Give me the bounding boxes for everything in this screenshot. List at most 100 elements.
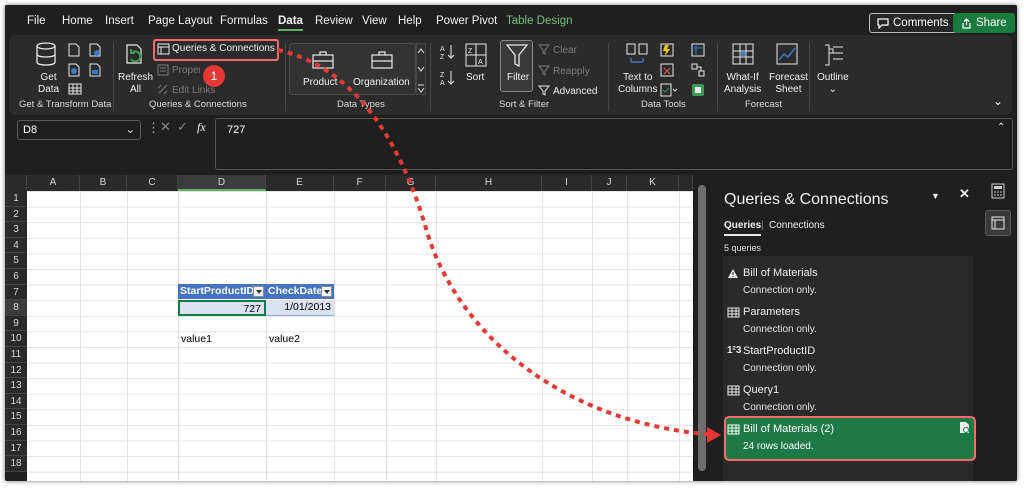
refresh-query-icon[interactable] (959, 421, 970, 434)
pane-options-icon[interactable]: ▼ (931, 190, 940, 202)
tab-queries[interactable]: Queries (724, 220, 762, 236)
filter-label: Filter (507, 72, 530, 83)
row-header[interactable]: 14 (5, 393, 27, 410)
select-all-corner[interactable] (5, 175, 27, 191)
row-header[interactable]: 12 (5, 362, 27, 379)
row-header[interactable]: 5 (5, 253, 27, 269)
from-web-icon[interactable] (68, 63, 80, 77)
gallery-scroll-icon[interactable] (416, 43, 426, 95)
column-header[interactable]: B (80, 175, 127, 191)
column-header[interactable]: G (386, 175, 436, 191)
tab-data[interactable]: Data (278, 15, 303, 31)
more-options-icon[interactable]: ⋮ (147, 121, 160, 134)
column-header[interactable] (679, 175, 693, 191)
gridline (542, 191, 543, 481)
column-header[interactable]: J (592, 175, 627, 191)
product-type-button[interactable]: Product (303, 77, 337, 89)
from-table-icon[interactable] (68, 83, 82, 95)
tab-formulas[interactable]: Formulas (220, 15, 268, 27)
row-header[interactable]: 18 (5, 456, 27, 472)
clear-button[interactable]: Clear (553, 45, 577, 57)
column-header[interactable]: E (266, 175, 334, 191)
advanced-button[interactable]: Advanced (553, 86, 597, 98)
data-model-icon[interactable] (691, 83, 705, 97)
scrollbar-thumb[interactable] (698, 185, 706, 471)
vertical-scrollbar[interactable] (693, 175, 711, 481)
cell-value2[interactable]: value2 (269, 332, 300, 347)
column-header[interactable]: K (627, 175, 679, 191)
forecast-sheet-button[interactable]: Forecast Sheet (769, 72, 808, 96)
refresh-all-button[interactable]: Refresh All (118, 72, 153, 96)
tab-page-layout[interactable]: Page Layout (148, 15, 213, 27)
tab-insert[interactable]: Insert (105, 15, 134, 27)
row-header[interactable]: 10 (5, 331, 27, 347)
table-header-cell[interactable]: CheckDate (266, 284, 334, 299)
row-header[interactable]: 15 (5, 409, 27, 425)
tab-review[interactable]: Review (315, 15, 353, 27)
text-to-columns-button[interactable]: Text to Columns (618, 72, 657, 96)
row-header[interactable]: 17 (5, 440, 27, 457)
row-header[interactable]: 8 (5, 300, 27, 316)
row-header[interactable]: 4 (5, 237, 27, 254)
formula-input[interactable] (215, 118, 1013, 170)
row-header[interactable]: 9 (5, 315, 27, 332)
from-text-icon[interactable] (68, 43, 80, 57)
tab-power-pivot[interactable]: Power Pivot (436, 15, 497, 27)
flash-fill-icon[interactable] (660, 43, 674, 57)
tab-home[interactable]: Home (62, 15, 93, 27)
comments-button[interactable]: Comments (869, 13, 957, 33)
column-header[interactable]: F (334, 175, 386, 191)
collapse-ribbon-icon[interactable]: ⌄ (993, 95, 1003, 107)
existing-connections-icon[interactable] (89, 63, 101, 77)
tab-table-design[interactable]: Table Design (506, 15, 572, 27)
row-header[interactable]: 13 (5, 378, 27, 394)
column-header[interactable]: I (542, 175, 592, 191)
row-header[interactable]: 2 (5, 206, 27, 223)
close-icon[interactable]: ✕ (959, 187, 970, 200)
insert-function-icon[interactable]: fx (197, 121, 206, 133)
table-header-cell[interactable]: StartProductID (178, 284, 266, 299)
edit-links-button[interactable]: Edit Links (172, 85, 215, 97)
filter-dropdown-icon[interactable] (321, 286, 332, 297)
data-validation-icon[interactable] (660, 83, 678, 97)
calculator-icon[interactable] (991, 183, 1005, 199)
table-cell[interactable]: 1/01/2013 (266, 300, 334, 316)
query-status: Connection only. (743, 402, 817, 413)
get-data-button[interactable]: Get Data (38, 72, 59, 96)
row-header[interactable]: 6 (5, 269, 27, 285)
sort-button[interactable]: Sort (466, 72, 484, 84)
row-header[interactable]: 11 (5, 347, 27, 363)
chevron-up-icon[interactable]: ⌃ (997, 122, 1005, 134)
sort-ascending-icon[interactable]: AZ (440, 43, 456, 61)
share-button[interactable]: Share (953, 13, 1015, 33)
tab-view[interactable]: View (362, 15, 387, 27)
cell-value1[interactable]: value1 (181, 332, 212, 347)
column-header[interactable]: D (178, 175, 266, 191)
sort-descending-icon[interactable]: ZA (440, 69, 456, 87)
properties-button[interactable]: Properties (172, 65, 200, 77)
row-header[interactable]: 3 (5, 222, 27, 238)
row-header[interactable]: 7 (5, 284, 27, 301)
tab-help[interactable]: Help (398, 15, 422, 27)
queries-connections-button[interactable]: Queries & Connections (172, 43, 275, 55)
row-header[interactable]: 1 (5, 191, 27, 207)
what-if-analysis-button[interactable]: What-If Analysis (724, 72, 761, 96)
column-header[interactable]: A (27, 175, 80, 191)
name-box[interactable]: D8 ⌄ (17, 120, 141, 140)
enter-icon[interactable]: ✓ (177, 120, 188, 133)
filter-dropdown-icon[interactable] (253, 286, 264, 297)
tab-file[interactable]: File (27, 15, 46, 27)
tab-connections[interactable]: Connections (769, 220, 825, 231)
remove-duplicates-icon[interactable] (660, 63, 674, 77)
organization-type-button[interactable]: Organization (353, 77, 410, 89)
relationships-icon[interactable] (691, 63, 705, 77)
column-header[interactable]: C (127, 175, 178, 191)
cancel-icon[interactable]: ✕ (160, 120, 171, 133)
reapply-button[interactable]: Reapply (553, 66, 590, 78)
outline-button[interactable]: Outline ⌄ (817, 72, 849, 96)
row-header[interactable]: 16 (5, 425, 27, 441)
recent-sources-icon[interactable] (89, 43, 101, 57)
consolidate-icon[interactable] (691, 43, 705, 57)
column-header[interactable]: H (436, 175, 542, 191)
table-cell-selected[interactable]: 727 (178, 300, 266, 316)
